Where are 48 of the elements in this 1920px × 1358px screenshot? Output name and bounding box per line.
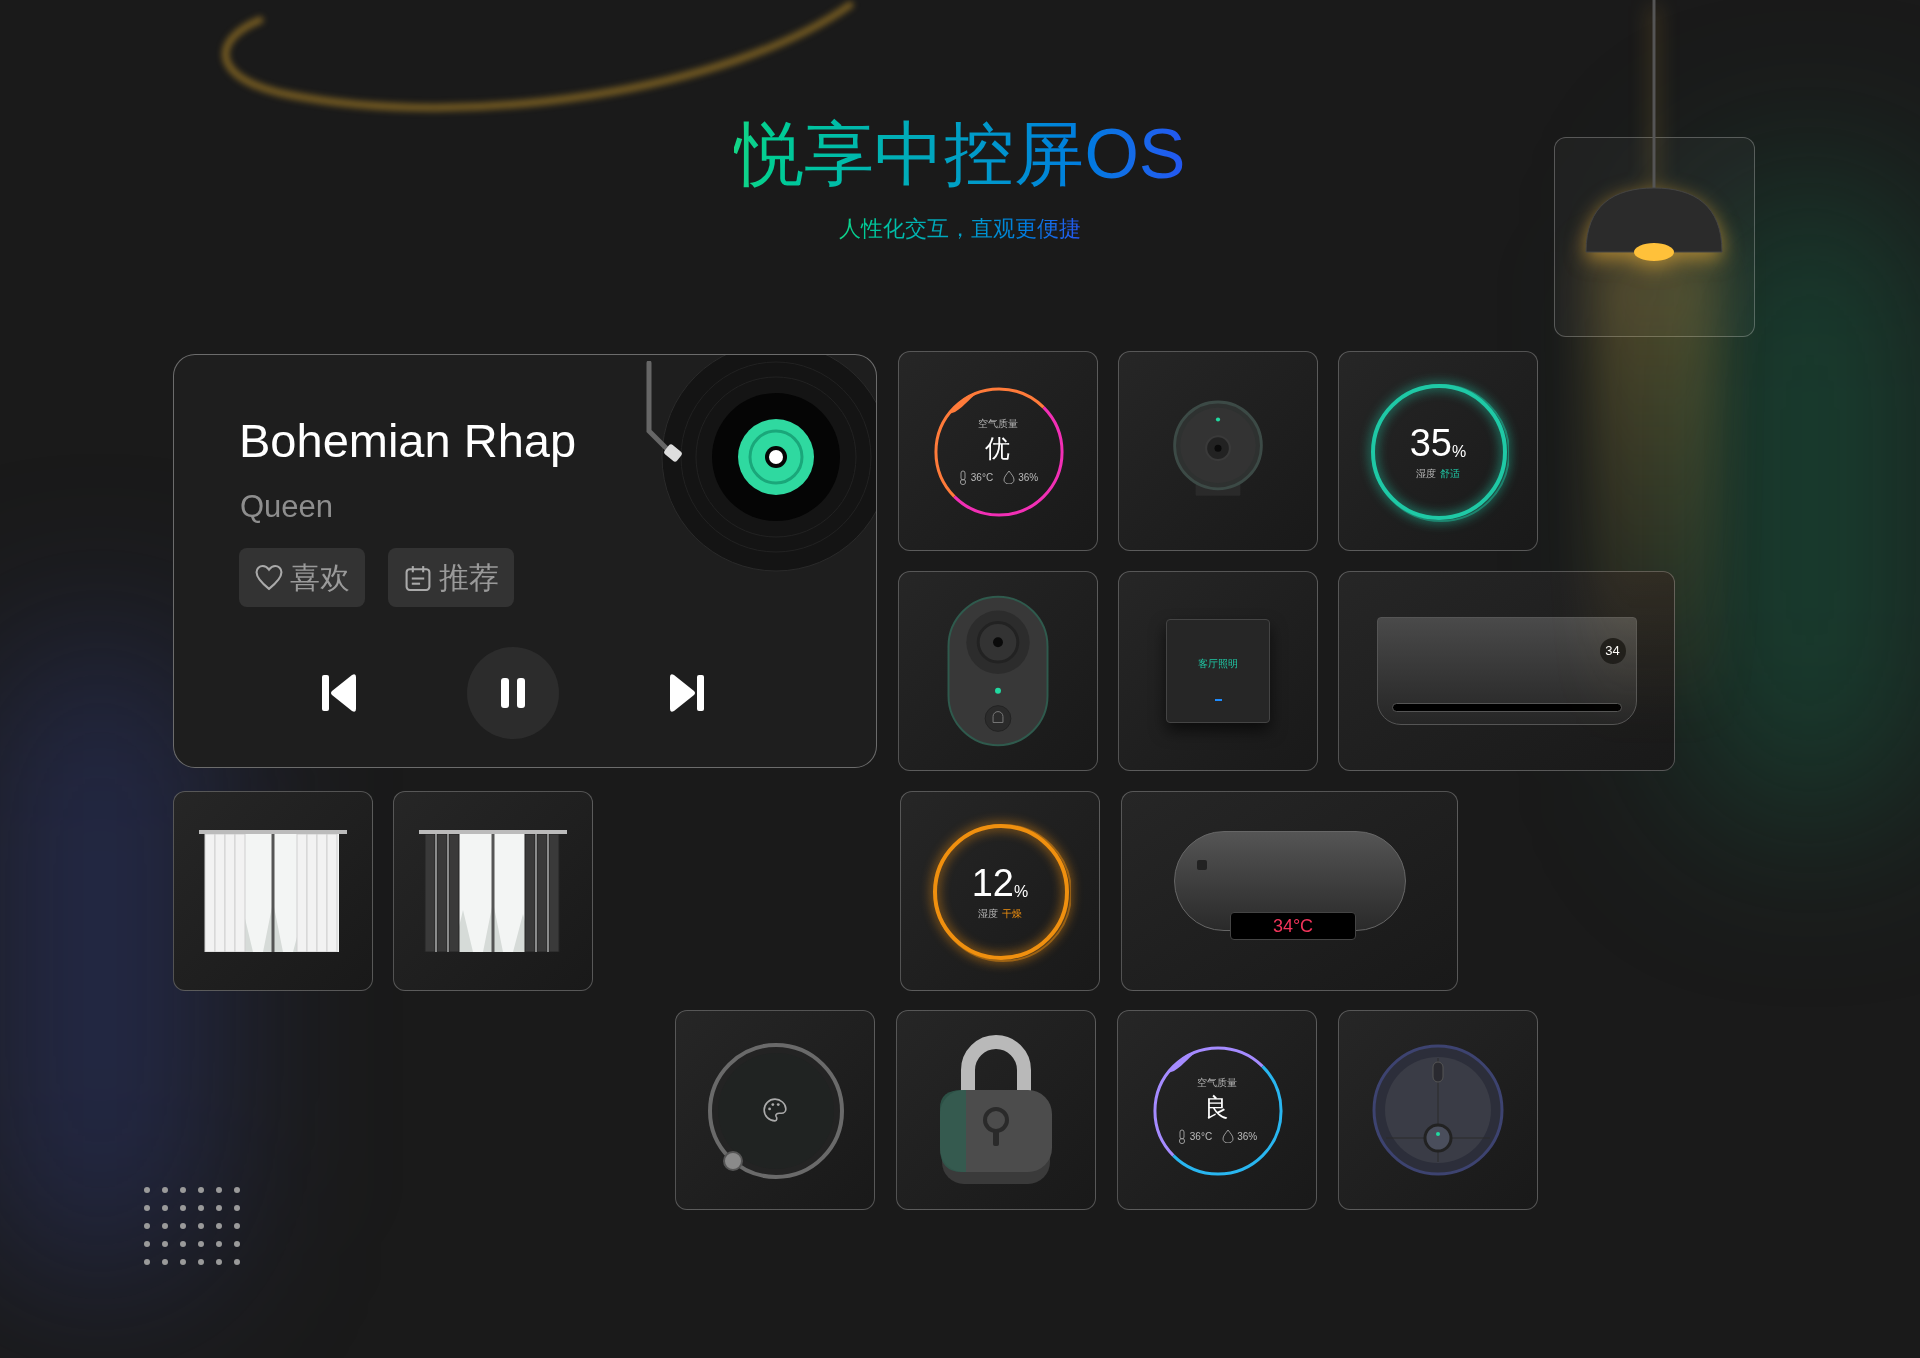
air-conditioner-tile[interactable]: 34 [1338, 571, 1675, 771]
blackout-curtain-tile[interactable] [393, 791, 593, 991]
comfort-status: 干燥 [1002, 906, 1022, 921]
temperature-display: 34°C [1230, 912, 1356, 940]
sheer-curtain-tile[interactable] [173, 791, 373, 991]
song-title: Bohemian Rhap [239, 413, 577, 469]
like-button[interactable]: 喜欢 [239, 548, 365, 607]
temperature-reading: 36°C [970, 470, 994, 485]
camera-tile[interactable] [1118, 351, 1318, 551]
droplet-icon [1003, 470, 1016, 484]
gauge-label: 空气质量 [1197, 1076, 1237, 1089]
robot-vacuum-tile[interactable] [1338, 1010, 1538, 1210]
temperature-reading: 36°C [1189, 1129, 1213, 1144]
humidity-label: 湿度 [1416, 466, 1436, 481]
indicator-light [1214, 698, 1222, 701]
percent-unit: % [1452, 442, 1467, 462]
logo-badge [1196, 860, 1207, 870]
humidity-label: 湿度 [978, 906, 998, 921]
heart-icon [254, 563, 284, 592]
air-quality-value: 优 [985, 432, 1011, 464]
dial-tile[interactable] [675, 1010, 875, 1210]
gauge-label: 空气质量 [978, 417, 1018, 430]
water-heater-tile[interactable]: 34°C [1121, 791, 1458, 991]
switch-label: 客厅照明 [1198, 656, 1238, 671]
thermometer-icon [1176, 1128, 1187, 1144]
lock-tile[interactable] [896, 1010, 1096, 1210]
comfort-status: 舒适 [1440, 466, 1460, 481]
skip-forward-icon [668, 673, 706, 713]
humidity-tile[interactable]: 35% 湿度 舒适 [1338, 351, 1538, 551]
air-quality-tile[interactable]: 空气质量 良 36°C 36% [1117, 1010, 1317, 1210]
skip-back-icon [320, 673, 358, 713]
percent-unit: % [1014, 882, 1029, 902]
palette-icon [762, 1097, 788, 1123]
artist-name: Queen [240, 488, 334, 526]
air-quality-tile[interactable]: 空气质量 优 36°C 36% [898, 351, 1098, 551]
humidity-reading: 36% [1018, 470, 1039, 485]
wall-switch-panel[interactable]: 客厅照明 [1166, 619, 1270, 723]
recommend-button[interactable]: 推荐 [388, 548, 514, 607]
droplet-icon [1222, 1129, 1235, 1143]
temperature-display: 34 [1599, 638, 1626, 664]
humidity-tile[interactable]: 12% 湿度 干燥 [900, 791, 1100, 991]
air-quality-value: 良 [1204, 1091, 1230, 1123]
humidity-value: 12 [971, 861, 1014, 904]
humidity-value: 35 [1409, 421, 1452, 464]
calendar-icon [403, 563, 433, 592]
switch-tile[interactable]: 客厅照明 [1118, 571, 1318, 771]
humidity-reading: 36% [1237, 1129, 1258, 1144]
thermometer-icon [957, 469, 968, 485]
